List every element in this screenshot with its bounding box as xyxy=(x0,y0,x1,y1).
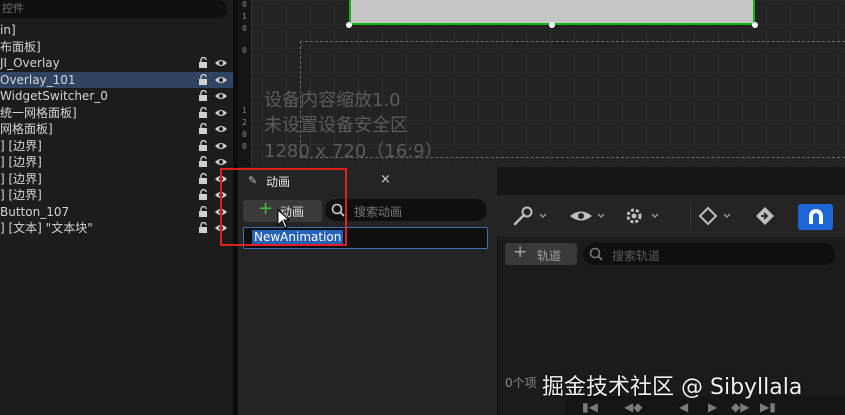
hierarchy-item-label: in] xyxy=(0,23,16,37)
lock-icon[interactable] xyxy=(197,189,209,201)
key-arrow-icon[interactable] xyxy=(752,205,778,227)
resize-handle[interactable] xyxy=(346,22,352,28)
plus-icon: + xyxy=(513,242,528,262)
resize-handle[interactable] xyxy=(752,22,758,28)
ruler-tick-label: 0 xyxy=(242,0,247,9)
hierarchy-item-label: 布面板] xyxy=(0,39,41,54)
magnet-icon xyxy=(809,209,823,224)
animation-search-placeholder: 搜索动画 xyxy=(354,205,403,219)
ruler-tick-label: 0 xyxy=(242,46,247,55)
keyframe-diamond-icon[interactable] xyxy=(696,205,736,227)
hierarchy-item[interactable]: 统一网格面板] xyxy=(0,105,233,121)
hierarchy-item[interactable]: Overlay_101 xyxy=(0,71,233,88)
safe-zone-text: 未设置设备安全区 xyxy=(264,115,408,136)
ruler-tick-label: 1 xyxy=(242,106,247,115)
lock-icon[interactable] xyxy=(197,139,209,152)
hierarchy-item[interactable]: WidgetSwitcher_0 xyxy=(0,88,233,104)
step-back-icon[interactable]: ▮◀ xyxy=(582,400,598,414)
lock-icon[interactable] xyxy=(197,106,209,119)
hierarchy-item-label: ] [文本] "文本块" xyxy=(0,221,93,235)
resize-handle[interactable] xyxy=(549,22,555,28)
ruler-tick-label: 0 xyxy=(242,130,247,139)
add-track-label: 轨道 xyxy=(537,249,562,263)
hierarchy-item[interactable]: ] [边界] xyxy=(0,171,233,187)
wrench-icon[interactable] xyxy=(512,205,550,227)
visibility-eye-icon[interactable] xyxy=(214,140,228,152)
visibility-eye-icon[interactable] xyxy=(214,107,228,119)
hierarchy-item[interactable]: ] [边界] xyxy=(0,138,233,154)
prev-key-icon[interactable]: ◀◆ xyxy=(624,400,642,414)
play-icon[interactable]: ▶ xyxy=(708,400,717,414)
visibility-eye-icon[interactable] xyxy=(214,123,228,135)
hierarchy-item-label: 网格面板] xyxy=(0,122,53,136)
close-tab-button[interactable]: × xyxy=(380,172,391,187)
animation-search-input[interactable] xyxy=(325,199,487,221)
lock-icon[interactable] xyxy=(197,172,209,185)
lock-icon[interactable] xyxy=(197,73,209,86)
vertical-ruler: 0 1 0 0 1 2 0 0 xyxy=(238,0,252,167)
hierarchy-item-label: Overlay_101 xyxy=(0,72,76,87)
lock-icon[interactable] xyxy=(197,222,209,234)
hierarchy-item-label: WidgetSwitcher_0 xyxy=(0,89,108,103)
visibility-eye-icon[interactable] xyxy=(214,156,228,168)
lock-icon[interactable] xyxy=(197,57,209,69)
hierarchy-item[interactable]: ] [边界] xyxy=(0,154,233,170)
mouse-cursor-icon xyxy=(277,209,291,229)
gear-icon[interactable] xyxy=(622,205,664,227)
track-search-placeholder: 搜索轨道 xyxy=(612,249,661,263)
eye-icon[interactable] xyxy=(568,205,610,227)
next-key-icon[interactable]: ◆▶ xyxy=(731,400,749,414)
device-scale-text: 设备内容缩放1.0 xyxy=(264,90,401,111)
hierarchy-item-label: ] [边界] xyxy=(0,188,42,202)
ruler-tick-label: 0 xyxy=(242,24,247,33)
resolution-text: 1280 x 720（16:9） xyxy=(264,141,443,162)
ruler-tick-label: 0 xyxy=(242,142,247,151)
lock-icon[interactable] xyxy=(197,156,209,168)
hierarchy-item-label: ] [边界] xyxy=(0,138,42,153)
step-forward-icon[interactable]: ▶▮ xyxy=(760,400,776,414)
lock-icon[interactable] xyxy=(197,205,209,218)
hierarchy-item[interactable]: ] [文本] "文本块" xyxy=(0,220,233,236)
hierarchy-item-label: ] [边界] xyxy=(0,171,42,186)
hierarchy-item-label: Button_107 xyxy=(0,204,70,219)
ruler-tick-label: 1 xyxy=(242,12,247,21)
hierarchy-item[interactable]: ] [边界] xyxy=(0,187,233,203)
annotation-highlight-box xyxy=(220,168,347,246)
hierarchy-item-label: JI_Overlay xyxy=(0,56,60,70)
items-count-label: 0个项 xyxy=(505,376,537,390)
hierarchy-item[interactable]: 布面板] xyxy=(0,39,233,55)
visibility-eye-icon[interactable] xyxy=(214,74,228,86)
visibility-eye-icon[interactable] xyxy=(214,90,228,102)
hierarchy-search-input[interactable]: 控件 xyxy=(0,0,227,18)
search-icon xyxy=(589,247,603,261)
hierarchy-item[interactable]: JI_Overlay xyxy=(0,55,233,71)
watermark-text: 掘金技术社区 @ Sibyllala xyxy=(542,375,803,400)
toolbar-divider xyxy=(690,203,691,229)
hierarchy-item-label: 统一网格面板] xyxy=(0,105,77,120)
hierarchy-item[interactable]: Button_107 xyxy=(0,204,233,220)
lock-icon[interactable] xyxy=(197,90,209,102)
hierarchy-item[interactable]: 网格面板] xyxy=(0,121,233,137)
play-reverse-icon[interactable]: ◀ xyxy=(679,400,688,414)
lock-icon[interactable] xyxy=(197,123,209,135)
visibility-eye-icon[interactable] xyxy=(214,57,228,69)
hierarchy-item-label: ] [边界] xyxy=(0,155,42,169)
screen-bounds-top xyxy=(300,41,845,42)
hierarchy-item[interactable]: in] xyxy=(0,22,233,38)
ruler-tick-label: 2 xyxy=(242,118,247,127)
